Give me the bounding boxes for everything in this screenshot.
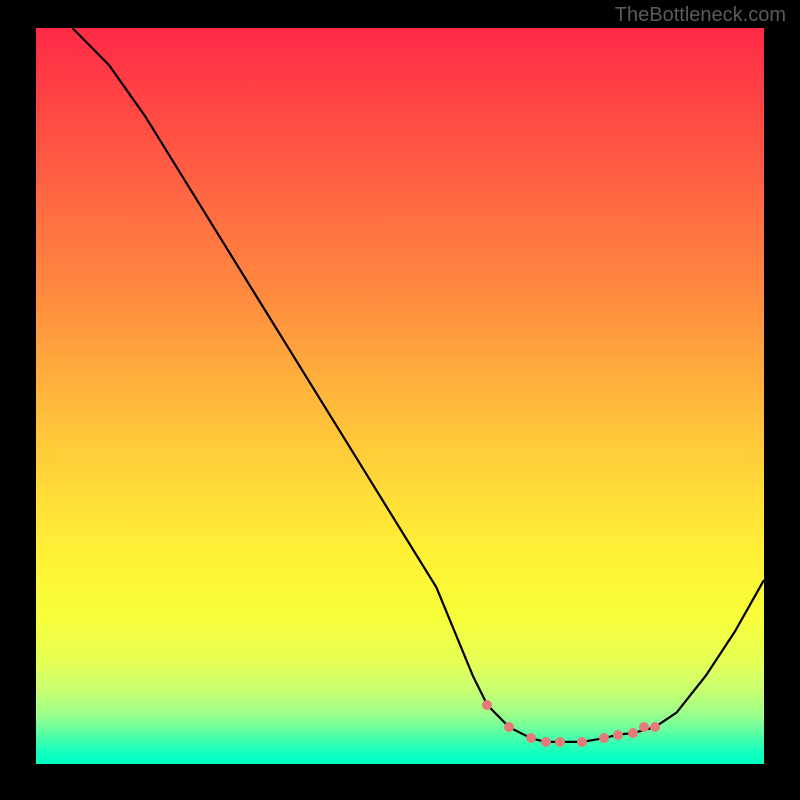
marker-dot xyxy=(599,733,609,743)
chart-plot-area xyxy=(36,28,764,764)
marker-dot xyxy=(482,700,492,710)
marker-dot xyxy=(639,722,649,732)
marker-dot xyxy=(526,733,536,743)
marker-dot xyxy=(577,737,587,747)
marker-dot xyxy=(541,737,551,747)
curve-line xyxy=(36,28,764,764)
marker-dot xyxy=(650,722,660,732)
marker-dot xyxy=(555,737,565,747)
marker-dot xyxy=(613,730,623,740)
marker-dot xyxy=(628,728,638,738)
watermark-text: TheBottleneck.com xyxy=(615,4,786,27)
marker-dot xyxy=(504,722,514,732)
